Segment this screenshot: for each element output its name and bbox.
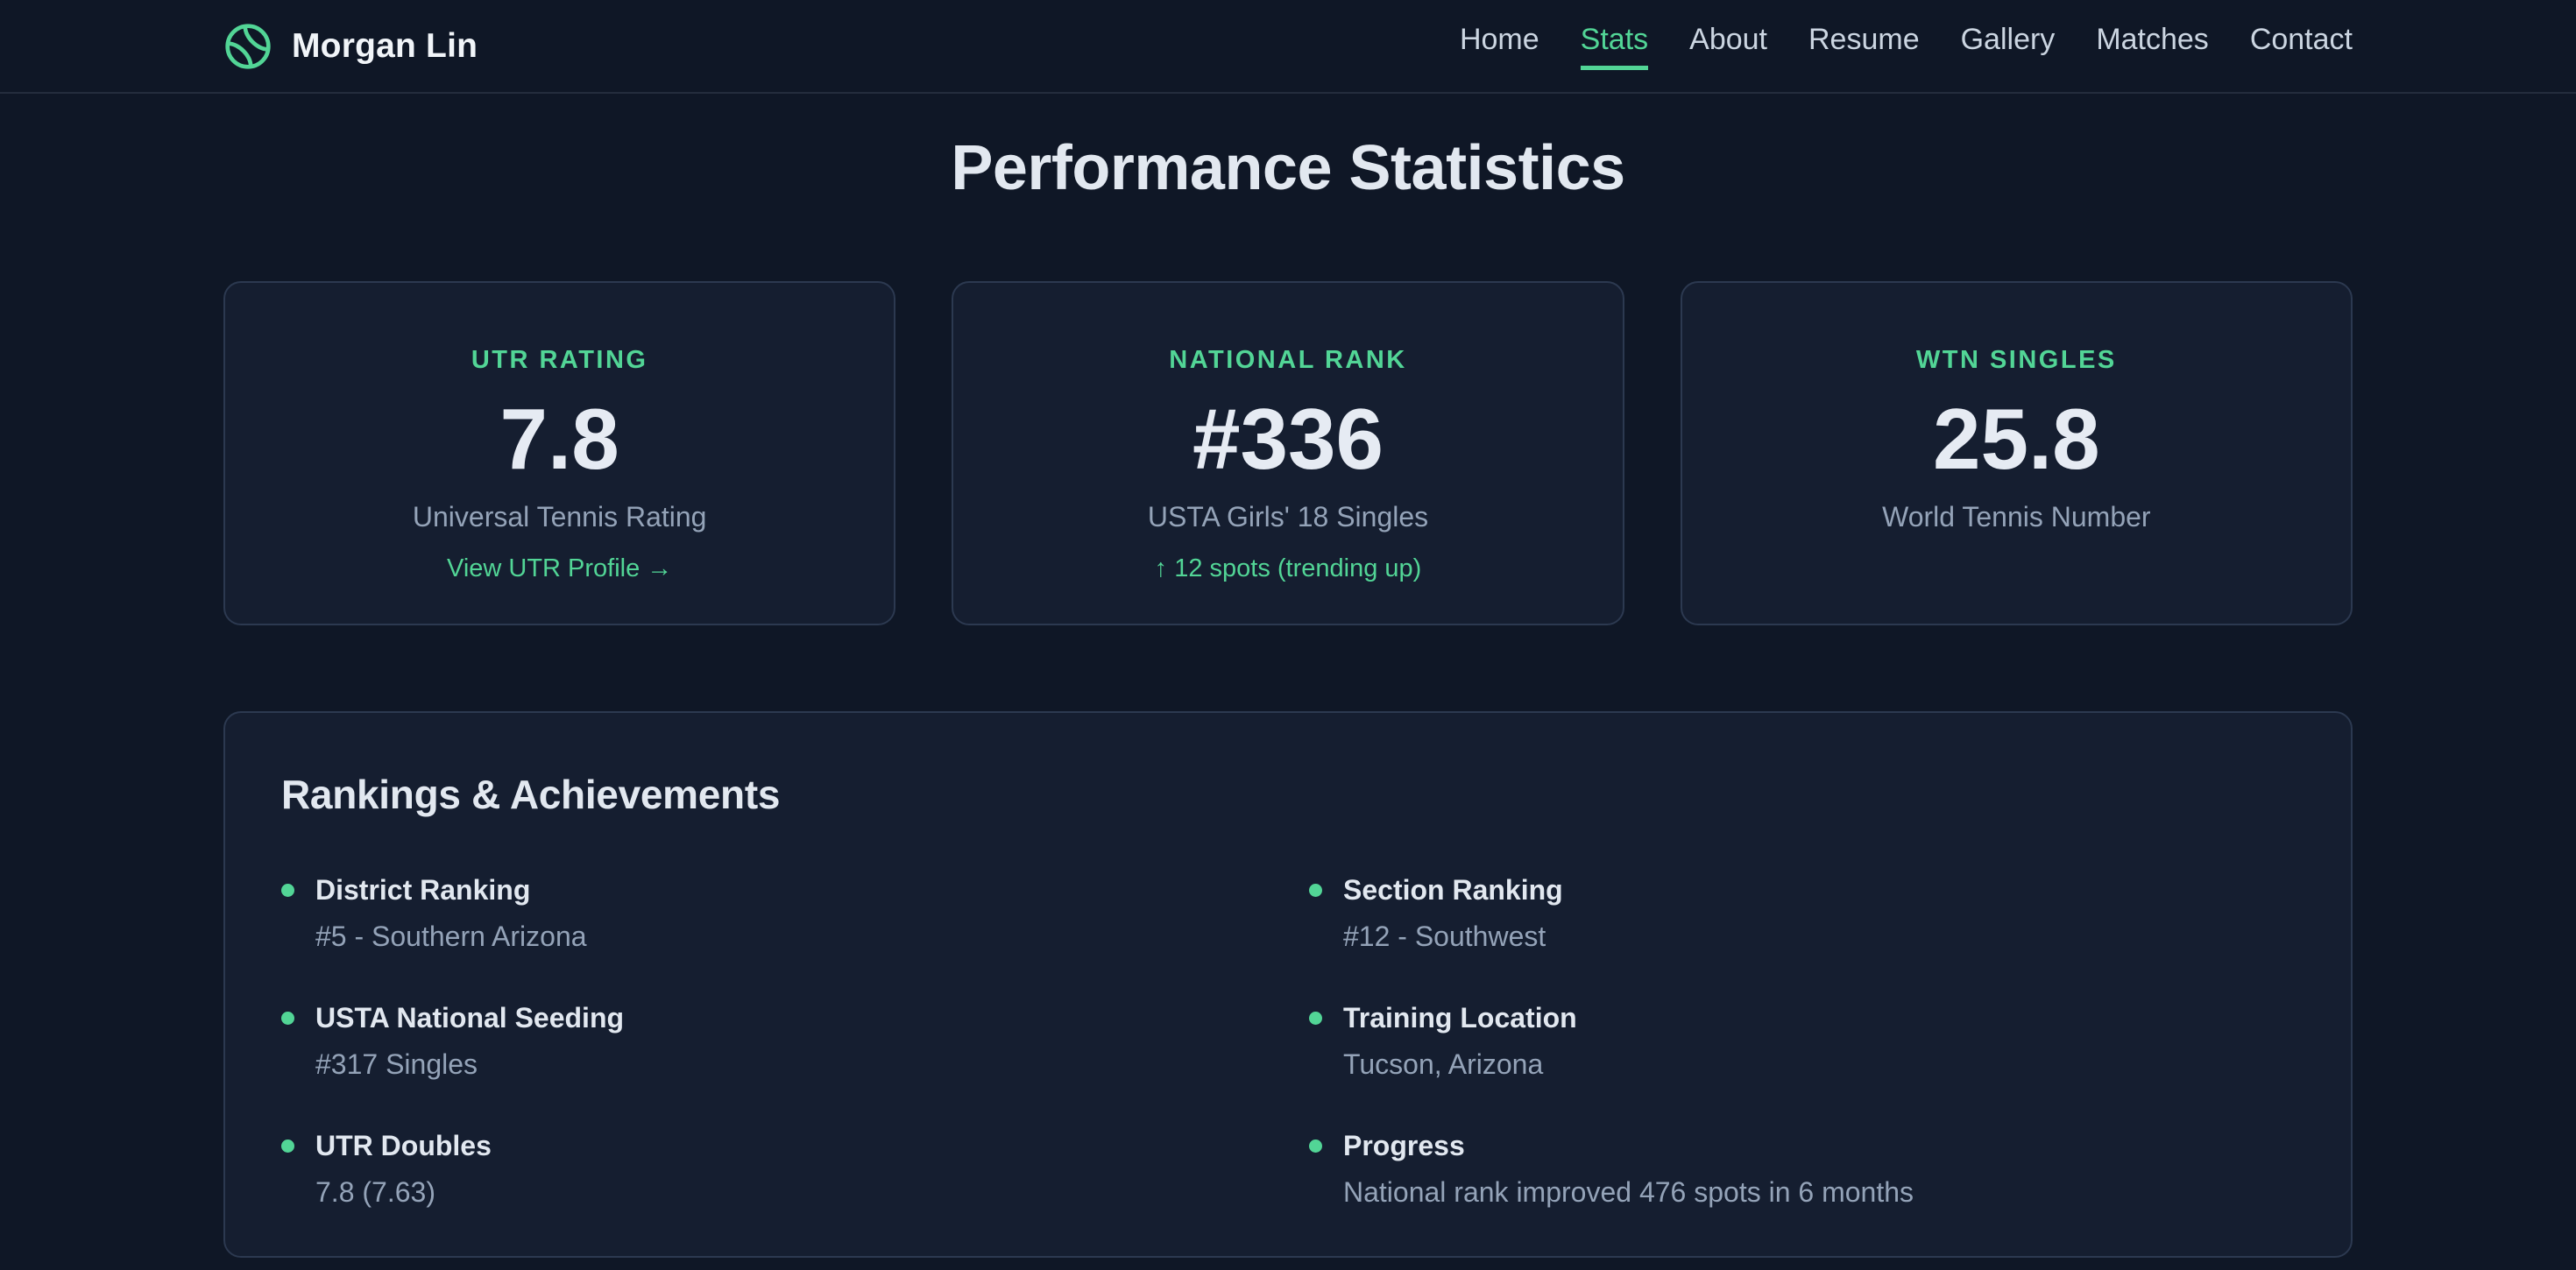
achievement-value: Tucson, Arizona [1343, 1047, 1577, 1082]
achievements-right-column: Section Ranking #12 - Southwest Training… [1309, 872, 2295, 1256]
main-nav: Home Stats About Resume Gallery Matches … [1460, 23, 2353, 70]
nav-item-stats[interactable]: Stats [1581, 23, 1648, 70]
stat-card-label: NATIONAL RANK [953, 346, 1622, 375]
nav-item-about[interactable]: About [1689, 23, 1767, 70]
achievement-progress: Progress National rank improved 476 spot… [1309, 1128, 2295, 1210]
bullet-icon [1309, 1012, 1322, 1025]
nav-item-contact[interactable]: Contact [2250, 23, 2353, 70]
nav-item-matches[interactable]: Matches [2096, 23, 2209, 70]
stat-card-label: WTN SINGLES [1682, 346, 2351, 375]
nav-item-home[interactable]: Home [1460, 23, 1539, 70]
page-title: Performance Statistics [223, 132, 2353, 204]
stat-card-description: World Tennis Number [1682, 501, 2351, 533]
achievement-title: Section Ranking [1343, 872, 1563, 907]
stat-card-value: #336 [953, 396, 1622, 482]
achievement-value: #5 - Southern Arizona [315, 919, 587, 954]
brand-home-link[interactable]: Morgan Lin [223, 22, 478, 71]
achievement-usta-national-seeding: USTA National Seeding #317 Singles [281, 1000, 1267, 1082]
achievement-value: #12 - Southwest [1343, 919, 1563, 954]
view-utr-profile-link[interactable]: View UTR Profile → [447, 554, 672, 583]
achievement-title: UTR Doubles [315, 1128, 492, 1163]
achievement-value: 7.8 (7.63) [315, 1175, 492, 1210]
tennis-ball-icon [223, 22, 272, 71]
achievement-value: National rank improved 476 spots in 6 mo… [1343, 1175, 1914, 1210]
stat-card-national-rank: NATIONAL RANK #336 USTA Girls' 18 Single… [952, 281, 1624, 625]
achievement-section-ranking: Section Ranking #12 - Southwest [1309, 872, 2295, 954]
stat-card-label: UTR RATING [225, 346, 894, 375]
achievement-title: Progress [1343, 1128, 1914, 1163]
achievement-title: USTA National Seeding [315, 1000, 624, 1035]
bullet-icon [281, 884, 294, 897]
stat-card-value: 25.8 [1682, 396, 2351, 482]
achievements-grid: District Ranking #5 - Southern Arizona U… [281, 872, 2295, 1256]
achievement-title: Training Location [1343, 1000, 1577, 1035]
bullet-icon [281, 1139, 294, 1153]
stat-card-description: USTA Girls' 18 Singles [953, 501, 1622, 533]
achievement-title: District Ranking [315, 872, 587, 907]
stat-cards-row: UTR RATING 7.8 Universal Tennis Rating V… [223, 281, 2353, 625]
achievements-left-column: District Ranking #5 - Southern Arizona U… [281, 872, 1267, 1256]
stats-page: Performance Statistics UTR RATING 7.8 Un… [223, 132, 2353, 1258]
panel-title: Rankings & Achievements [281, 771, 2295, 818]
stat-card-wtn-singles: WTN SINGLES 25.8 World Tennis Number [1681, 281, 2353, 625]
bullet-icon [1309, 884, 1322, 897]
stat-card-utr-rating: UTR RATING 7.8 Universal Tennis Rating V… [223, 281, 895, 625]
rankings-achievements-panel: Rankings & Achievements District Ranking… [223, 711, 2353, 1258]
stat-card-description: Universal Tennis Rating [225, 501, 894, 533]
bullet-icon [281, 1012, 294, 1025]
trend-indicator: ↑ 12 spots (trending up) [953, 554, 1622, 583]
brand-name: Morgan Lin [292, 27, 478, 66]
stat-card-value: 7.8 [225, 396, 894, 482]
top-nav-bar: Morgan Lin Home Stats About Resume Galle… [0, 0, 2576, 94]
nav-item-resume[interactable]: Resume [1808, 23, 1920, 70]
achievement-training-location: Training Location Tucson, Arizona [1309, 1000, 2295, 1082]
nav-item-gallery[interactable]: Gallery [1961, 23, 2056, 70]
achievement-value: #317 Singles [315, 1047, 624, 1082]
bullet-icon [1309, 1139, 1322, 1153]
achievement-district-ranking: District Ranking #5 - Southern Arizona [281, 872, 1267, 954]
achievement-utr-doubles: UTR Doubles 7.8 (7.63) [281, 1128, 1267, 1210]
